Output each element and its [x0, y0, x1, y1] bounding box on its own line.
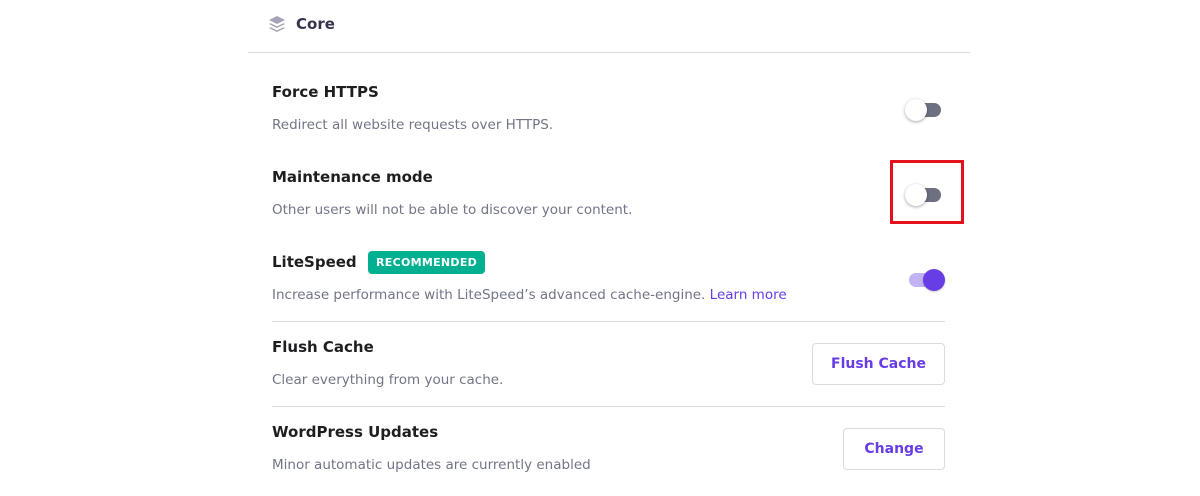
change-button[interactable]: Change [843, 428, 945, 470]
learn-more-link[interactable]: Learn more [710, 287, 787, 303]
setting-description: Minor automatic updates are currently en… [272, 457, 591, 473]
setting-description: Increase performance with LiteSpeed’s ad… [272, 286, 787, 304]
setting-name: Force HTTPS [272, 83, 379, 101]
flush-cache-button[interactable]: Flush Cache [812, 343, 945, 385]
toggle-knob [905, 99, 927, 121]
divider [272, 321, 945, 322]
description-text: Increase performance with LiteSpeed’s ad… [272, 287, 706, 303]
setting-name: Flush Cache [272, 338, 374, 356]
setting-maintenance-mode: Maintenance mode Other users will not be… [272, 167, 945, 227]
setting-name: LiteSpeed [272, 253, 357, 271]
layers-icon [269, 16, 285, 32]
setting-description: Redirect all website requests over HTTPS… [272, 117, 554, 133]
highlight-box [890, 160, 964, 224]
setting-description: Other users will not be able to discover… [272, 202, 633, 218]
divider [272, 406, 945, 407]
setting-wordpress-updates: WordPress Updates Minor automatic update… [272, 422, 945, 482]
setting-name: WordPress Updates [272, 423, 439, 441]
setting-flush-cache: Flush Cache Clear everything from your c… [272, 337, 945, 397]
setting-description: Clear everything from your cache. [272, 372, 504, 388]
section-title: Core [296, 15, 335, 33]
core-settings-panel: Core Force HTTPS Redirect all website re… [248, 0, 970, 496]
setting-name: Maintenance mode [272, 168, 433, 186]
toggle-knob [923, 269, 945, 291]
setting-litespeed: LiteSpeed RECOMMENDED Increase performan… [272, 251, 945, 312]
litespeed-toggle[interactable] [905, 267, 945, 291]
setting-force-https: Force HTTPS Redirect all website request… [272, 82, 945, 142]
section-header: Core [248, 0, 970, 53]
recommended-badge: RECOMMENDED [368, 251, 486, 274]
force-https-toggle[interactable] [905, 97, 945, 121]
